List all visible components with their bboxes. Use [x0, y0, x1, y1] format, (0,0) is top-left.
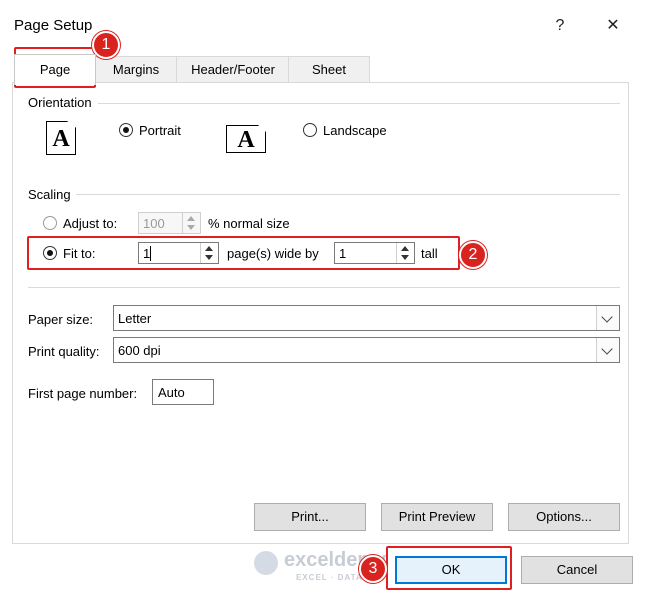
chevron-down-icon	[601, 311, 613, 323]
scaling-group-label: Scaling	[28, 187, 71, 202]
print-quality-select[interactable]: 600 dpi	[113, 337, 620, 363]
print-button[interactable]: Print...	[254, 503, 366, 531]
portrait-radio[interactable]	[119, 123, 133, 137]
adjust-percent-value: 100	[143, 216, 165, 231]
print-quality-label: Print quality:	[28, 344, 100, 359]
orientation-divider	[98, 103, 620, 104]
tab-header-footer[interactable]: Header/Footer	[176, 56, 290, 83]
cancel-button[interactable]: Cancel	[521, 556, 633, 584]
tab-page[interactable]: Page	[14, 54, 96, 85]
paper-size-label: Paper size:	[28, 312, 94, 327]
first-page-number-label: First page number:	[28, 386, 138, 401]
adjust-percent-arrows[interactable]	[182, 213, 200, 233]
landscape-page-icon: A	[226, 125, 266, 153]
paper-divider	[28, 287, 620, 288]
annotation-badge-1: 1	[92, 31, 120, 59]
annotation-box-ok	[386, 546, 512, 590]
watermark-logo-icon	[254, 551, 278, 575]
adjust-to-radio[interactable]	[43, 216, 57, 230]
landscape-label[interactable]: Landscape	[323, 123, 387, 138]
first-page-number-value: Auto	[158, 385, 185, 400]
page-setup-dialog: Page Setup ? ✕ Page Margins Header/Foote…	[0, 0, 649, 599]
portrait-page-icon: A	[46, 121, 76, 155]
tab-sheet[interactable]: Sheet	[288, 56, 370, 83]
landscape-radio[interactable]	[303, 123, 317, 137]
chevron-down-icon	[601, 343, 613, 355]
watermark-tagline: EXCEL · DATA	[296, 573, 363, 582]
annotation-badge-3: 3	[359, 555, 387, 583]
portrait-label[interactable]: Portrait	[139, 123, 181, 138]
spin-up-icon	[187, 216, 195, 221]
tab-margins[interactable]: Margins	[94, 56, 178, 83]
paper-size-dropdown[interactable]	[596, 306, 619, 330]
scaling-divider	[76, 194, 620, 195]
spin-down-icon	[187, 225, 195, 230]
adjust-to-label[interactable]: Adjust to:	[63, 216, 117, 231]
print-quality-value: 600 dpi	[118, 343, 161, 358]
options-button[interactable]: Options...	[508, 503, 620, 531]
close-icon: ✕	[606, 17, 620, 34]
paper-size-select[interactable]: Letter	[113, 305, 620, 331]
paper-size-value: Letter	[118, 311, 152, 326]
adjust-percent-suffix: % normal size	[208, 216, 290, 231]
first-page-number-input[interactable]: Auto	[152, 379, 214, 405]
adjust-percent-stepper[interactable]: 100	[138, 212, 201, 234]
annotation-badge-2: 2	[459, 241, 487, 269]
orientation-group-label: Orientation	[28, 95, 92, 110]
print-quality-dropdown[interactable]	[596, 338, 619, 362]
close-button[interactable]: ✕	[598, 14, 628, 38]
help-button[interactable]: ?	[545, 14, 575, 38]
annotation-box-fit-to	[27, 236, 460, 270]
window-title: Page Setup	[14, 17, 93, 34]
print-preview-button[interactable]: Print Preview	[381, 503, 493, 531]
